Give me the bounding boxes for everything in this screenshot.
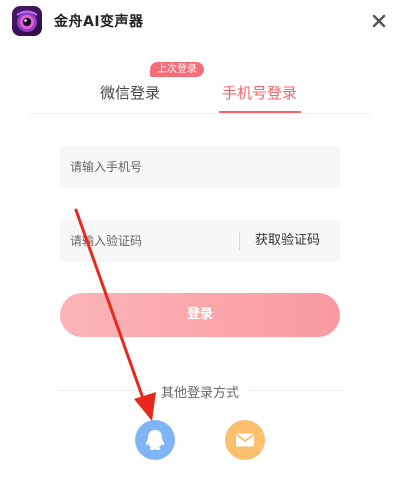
mail-icon xyxy=(235,433,255,447)
tab-wechat-login[interactable]: 微信登录 xyxy=(100,82,160,103)
tabs-divider xyxy=(30,113,370,114)
other-methods-label: 其他登录方式 xyxy=(150,386,249,401)
qq-login-button[interactable] xyxy=(135,420,175,460)
phone-input[interactable] xyxy=(70,146,330,188)
verification-code-input[interactable] xyxy=(70,220,235,262)
qq-icon xyxy=(146,430,164,450)
login-dialog: 金舟AI变声器 上次登录 微信登录 手机号登录 获取验证码 登录 其他登录方式 xyxy=(0,0,400,480)
get-code-button[interactable]: 获取验证码 xyxy=(255,220,320,262)
other-methods-label-wrap: 其他登录方式 xyxy=(0,382,400,401)
code-divider xyxy=(239,232,240,250)
email-login-button[interactable] xyxy=(225,420,265,460)
tab-phone-login[interactable]: 手机号登录 xyxy=(222,82,297,103)
close-icon[interactable] xyxy=(370,12,388,30)
last-login-badge: 上次登录 xyxy=(150,62,204,77)
app-logo-icon xyxy=(12,6,42,36)
app-title: 金舟AI变声器 xyxy=(54,14,144,30)
verification-code-field: 获取验证码 xyxy=(60,220,340,262)
phone-field xyxy=(60,146,340,188)
login-button[interactable]: 登录 xyxy=(60,293,340,337)
